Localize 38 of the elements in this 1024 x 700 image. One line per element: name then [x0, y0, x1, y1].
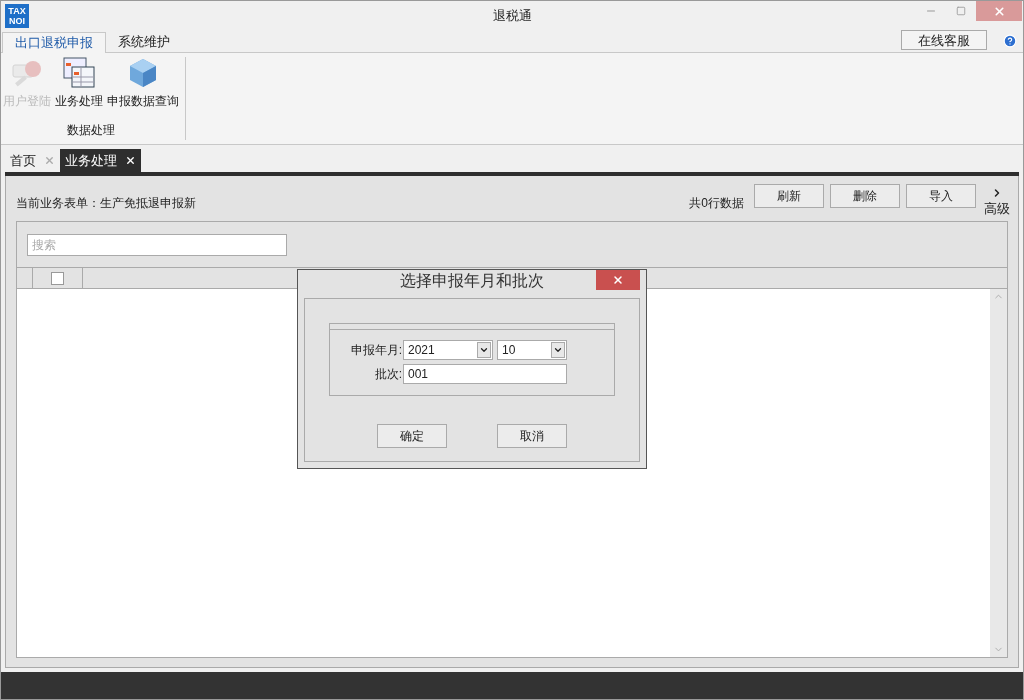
close-icon — [992, 4, 1006, 18]
year-month-label: 申报年月: — [349, 342, 403, 359]
dialog-button[interactable]: 取消 — [497, 424, 567, 448]
dropdown-icon — [553, 345, 563, 355]
online-service-button[interactable]: 在线客服 — [901, 30, 987, 50]
search-field[interactable]: 搜索 — [27, 233, 287, 256]
dialog-close-button[interactable] — [596, 270, 640, 290]
document-tab[interactable]: 首页 — [5, 149, 60, 172]
advanced-button[interactable]: 高级 — [984, 186, 1010, 219]
close-button[interactable] — [976, 1, 1022, 21]
batch-label: 批次: — [373, 366, 403, 383]
select-all-checkbox[interactable] — [51, 271, 64, 285]
ribbon-button[interactable]: 申报数据查询 — [105, 57, 181, 110]
ribbon-tab[interactable]: 出口退税申报 — [2, 32, 106, 53]
document-tab[interactable]: 业务处理 — [60, 149, 141, 172]
ribbon-tab[interactable]: 系统维护 — [106, 31, 182, 52]
window-title: 退税通 — [492, 7, 532, 26]
month-dropdown[interactable]: 10 — [497, 340, 567, 360]
maximize-icon — [956, 6, 966, 16]
toolbar-button[interactable]: 删除 — [830, 183, 900, 208]
current-form-label: 当前业务表单：生产免抵退申报新 — [16, 194, 196, 212]
close-tab-icon[interactable] — [125, 155, 136, 166]
toolbar-button[interactable]: 导入 — [906, 183, 976, 208]
dialog-button[interactable]: 确定 — [377, 424, 447, 448]
help-icon[interactable] — [1003, 34, 1017, 48]
cube-icon — [127, 57, 159, 89]
app-logo: TAX NOI — [5, 4, 29, 28]
toolbar-button[interactable]: 刷新 — [754, 183, 824, 208]
spreadsheet-icon — [63, 57, 95, 89]
group-label: 数据处理 — [67, 122, 115, 139]
ribbon-button[interactable]: 业务处理 — [53, 57, 105, 110]
row-count-label: 共0行数据 — [689, 194, 744, 212]
dropdown-icon — [479, 345, 489, 355]
dialog-title: 选择申报年月和批次 — [400, 271, 544, 291]
year-dropdown[interactable]: 2021 — [403, 340, 493, 360]
close-icon — [612, 274, 624, 286]
batch-field[interactable]: 001 — [403, 364, 567, 384]
scrollbar[interactable] — [990, 289, 1007, 657]
